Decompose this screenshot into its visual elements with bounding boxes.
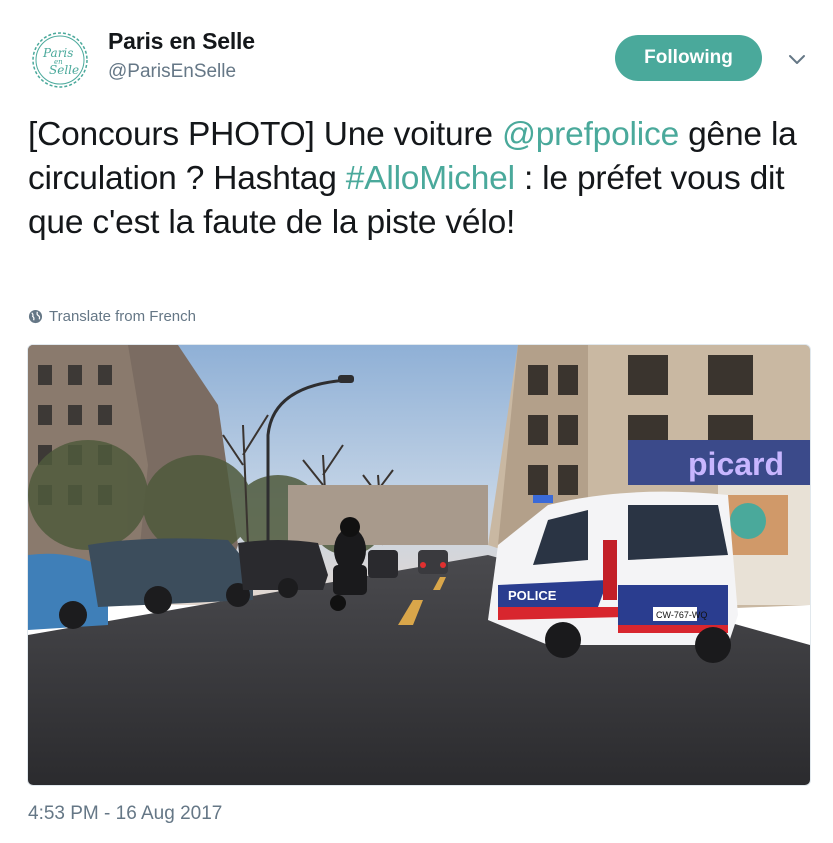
translate-label: Translate from French bbox=[49, 308, 196, 325]
paris-en-selle-logo: Paris en Selle bbox=[32, 32, 88, 88]
chevron-down-icon[interactable] bbox=[786, 48, 808, 70]
account-name[interactable]: Paris en Selle bbox=[108, 28, 255, 55]
license-plate: CW-767-WQ bbox=[656, 610, 707, 620]
following-button[interactable]: Following bbox=[615, 35, 762, 81]
tweet-text-segment: [Concours PHOTO] Une voiture bbox=[28, 116, 502, 153]
globe-icon bbox=[28, 309, 43, 324]
tweet-photo[interactable]: picard POLICE CW-767-WQ bbox=[27, 344, 811, 786]
police-label: POLICE bbox=[508, 588, 557, 603]
svg-text:Selle: Selle bbox=[49, 63, 79, 77]
mention-link[interactable]: @prefpolice bbox=[502, 116, 679, 153]
tweet-timestamp[interactable]: 4:53 PM - 16 Aug 2017 bbox=[28, 803, 222, 825]
translate-link[interactable]: Translate from French bbox=[28, 308, 196, 325]
avatar[interactable]: Paris en Selle bbox=[31, 31, 89, 89]
tweet-text: [Concours PHOTO] Une voiture @prefpolice… bbox=[28, 113, 818, 245]
hashtag-link[interactable]: #AlloMichel bbox=[346, 160, 515, 197]
account-handle[interactable]: @ParisEnSelle bbox=[108, 61, 236, 83]
street-scene-image: picard POLICE CW-767-WQ bbox=[28, 345, 810, 785]
svg-text:picard: picard bbox=[688, 446, 784, 482]
